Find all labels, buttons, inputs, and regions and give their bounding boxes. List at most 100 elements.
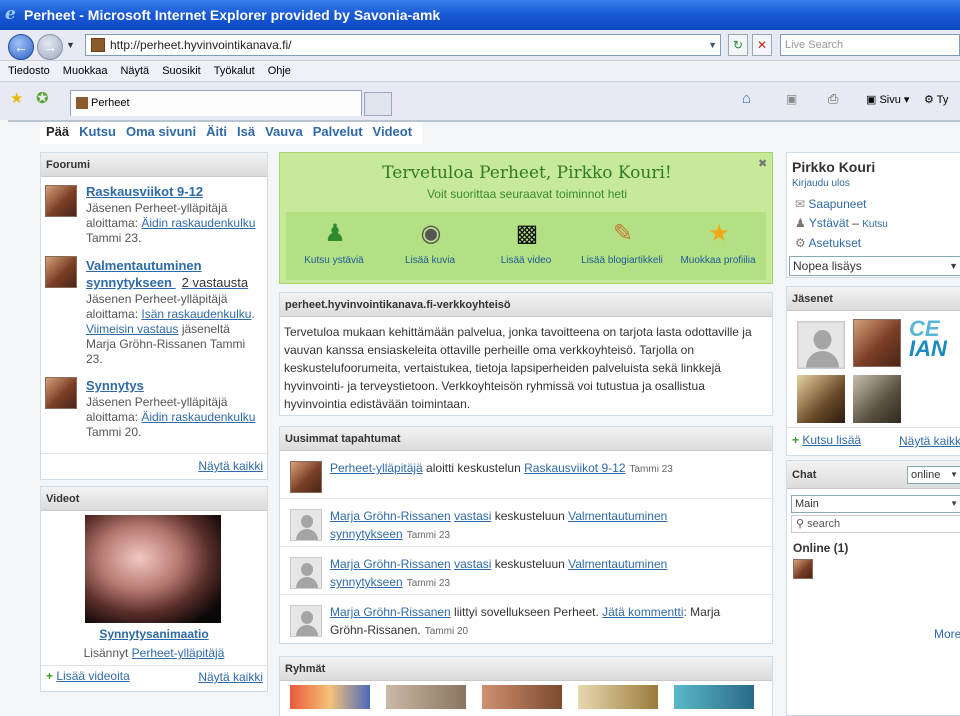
favorites-star-icon[interactable]: ★ <box>10 90 23 108</box>
video-title-link[interactable]: Synnytysanimaatio <box>41 627 267 641</box>
video-thumbnail[interactable] <box>85 515 221 623</box>
close-icon[interactable]: ✖ <box>758 157 767 170</box>
member-avatar[interactable] <box>797 375 845 423</box>
videos-show-all-link[interactable]: Näytä kaikki <box>198 670 263 684</box>
window-title-bar: e Perheet - Microsoft Internet Explorer … <box>0 0 960 30</box>
group-thumbnail[interactable] <box>482 685 562 709</box>
quick-add-select[interactable]: Nopea lisäys ▼ <box>789 256 960 276</box>
add-video-action[interactable]: ▩ Lisää video <box>478 216 574 276</box>
add-blog-action[interactable]: ✎ Lisää blogiartikkeli <box>574 216 670 276</box>
new-tab-button[interactable] <box>364 92 392 116</box>
forum-avatar[interactable] <box>45 185 77 217</box>
print-icon[interactable]: ⎙ <box>828 90 838 108</box>
feeds-icon[interactable]: ▣ <box>786 90 797 108</box>
welcome-box: Tervetuloa Perheet, Pirkko Kouri! Voit s… <box>279 152 773 284</box>
nav-father[interactable]: Isä <box>237 124 255 139</box>
camera-icon: ◉ <box>420 220 442 247</box>
back-button[interactable]: ← <box>8 34 34 60</box>
inbox-link[interactable]: ✉ Saapuneet <box>795 195 888 214</box>
nav-my-page[interactable]: Oma sivuni <box>126 124 196 139</box>
event-target-link[interactable]: Valmentautuminen <box>568 509 667 523</box>
event-avatar[interactable] <box>290 557 322 589</box>
event-action-link[interactable]: vastasi <box>454 557 491 571</box>
welcome-title: Tervetuloa Perheet, Pirkko Kouri! <box>382 163 672 183</box>
nav-invite[interactable]: Kutsu <box>79 124 116 139</box>
member-avatar[interactable] <box>853 375 901 423</box>
logout-link[interactable]: Kirjaudu ulos <box>792 178 850 189</box>
group-thumbnail[interactable] <box>386 685 466 709</box>
invite-friends-action[interactable]: ♟ Kutsu ystäviä <box>286 216 382 276</box>
forward-button[interactable]: → <box>37 34 63 60</box>
group-thumbnail[interactable] <box>578 685 658 709</box>
edit-profile-action[interactable]: ★ Muokkaa profiilia <box>670 216 766 276</box>
nav-home[interactable]: Pää <box>46 124 69 139</box>
menu-help[interactable]: Ohje <box>260 61 296 81</box>
nav-videos[interactable]: Videot <box>373 124 413 139</box>
friends-link[interactable]: ♟ Ystävät – Kutsu <box>795 214 888 234</box>
tab-perheet[interactable]: Perheet <box>70 90 362 116</box>
settings-link[interactable]: ⚙ Asetukset <box>795 234 888 253</box>
chat-status-select[interactable]: online ▼ <box>907 466 960 484</box>
stop-icon[interactable]: ✕ <box>752 34 772 56</box>
event-item: Marja Gröhn-Rissanen liittyi sovelluksee… <box>280 595 774 643</box>
address-bar[interactable]: http://perheet.hyvinvointikanava.fi/ ▼ <box>85 34 721 56</box>
page-menu[interactable]: ▣ Sivu ▾ <box>866 93 909 106</box>
menu-edit[interactable]: Muokkaa <box>55 61 113 81</box>
menu-view[interactable]: Näytä <box>112 61 154 81</box>
event-target-link[interactable]: Raskausviikot 9-12 <box>524 461 625 475</box>
chat-room-select[interactable]: Main ▼ <box>791 495 960 513</box>
invite-more-link[interactable]: + Kutsu lisää <box>792 433 861 447</box>
latest-reply-link[interactable]: Viimeisin vastaus <box>86 322 178 336</box>
event-actor-link[interactable]: Perheet-ylläpitäjä <box>330 461 423 475</box>
address-dropdown-icon[interactable]: ▼ <box>708 35 717 55</box>
menu-favorites[interactable]: Suosikit <box>154 61 206 81</box>
group-thumbnail[interactable] <box>674 685 754 709</box>
forum-topic-link[interactable]: Raskausviikot 9-12 <box>86 184 203 199</box>
nav-services[interactable]: Palvelut <box>313 124 363 139</box>
event-target-link[interactable]: synnytykseen <box>330 575 403 589</box>
chat-search-input[interactable]: ⚲ search <box>791 515 960 533</box>
profile-name: Pirkko Kouri <box>792 159 876 175</box>
search-input[interactable]: Live Search <box>780 34 960 56</box>
event-action-link[interactable]: vastasi <box>454 509 491 523</box>
forum-topic-link[interactable]: Synnytys <box>86 378 144 393</box>
forum-starter-link[interactable]: Äidin raskaudenkulku <box>141 216 255 230</box>
member-logo[interactable]: CE IAN <box>909 319 960 367</box>
plus-icon: + <box>46 669 54 683</box>
event-avatar[interactable] <box>290 461 322 493</box>
online-user-avatar[interactable] <box>793 559 813 579</box>
member-avatar[interactable] <box>853 319 901 367</box>
forum-topic-link[interactable]: Valmentautuminen synnytykseen 2 vastaust… <box>86 257 266 291</box>
event-actor-link[interactable]: Marja Gröhn-Rissanen <box>330 557 451 571</box>
group-thumbnail[interactable] <box>290 685 370 709</box>
event-target-link[interactable]: Valmentautuminen <box>568 557 667 571</box>
leave-comment-link[interactable]: Jätä kommentti <box>602 605 683 619</box>
add-favorite-icon[interactable]: ✪ <box>36 90 49 108</box>
event-target-link[interactable]: synnytykseen <box>330 527 403 541</box>
refresh-icon[interactable]: ↻ <box>728 34 748 56</box>
tools-menu[interactable]: ⚙ Ty <box>924 93 948 106</box>
event-avatar[interactable] <box>290 605 322 637</box>
forum-starter-link[interactable]: Äidin raskaudenkulku <box>141 410 255 424</box>
chat-more-link[interactable]: More <box>934 627 960 641</box>
event-avatar[interactable] <box>290 509 322 541</box>
friends-icon: ♟ <box>795 216 806 230</box>
forum-avatar[interactable] <box>45 377 77 409</box>
menu-tools[interactable]: Työkalut <box>206 61 260 81</box>
members-show-all-link[interactable]: Näytä kaikki <box>899 434 960 448</box>
menu-file[interactable]: Tiedosto <box>0 61 55 81</box>
forum-starter-link[interactable]: Isän raskaudenkulku <box>141 307 251 321</box>
event-actor-link[interactable]: Marja Gröhn-Rissanen <box>330 509 451 523</box>
add-videos-link[interactable]: + Lisää videoita <box>46 669 130 683</box>
forum-show-all-link[interactable]: Näytä kaikki <box>198 459 263 473</box>
nav-baby[interactable]: Vauva <box>265 124 303 139</box>
add-photos-action[interactable]: ◉ Lisää kuvia <box>382 216 478 276</box>
home-icon[interactable]: ⌂ <box>742 90 751 108</box>
video-uploader-link[interactable]: Perheet-ylläpitäjä <box>132 646 225 660</box>
members-panel: Jäsenet CE IAN + Kutsu lisää Näytä kaikki <box>786 286 960 456</box>
forum-avatar[interactable] <box>45 256 77 288</box>
history-dropdown-icon[interactable]: ▼ <box>66 40 75 50</box>
event-actor-link[interactable]: Marja Gröhn-Rissanen <box>330 605 451 619</box>
member-avatar[interactable] <box>797 321 845 369</box>
nav-mother[interactable]: Äiti <box>206 124 227 139</box>
